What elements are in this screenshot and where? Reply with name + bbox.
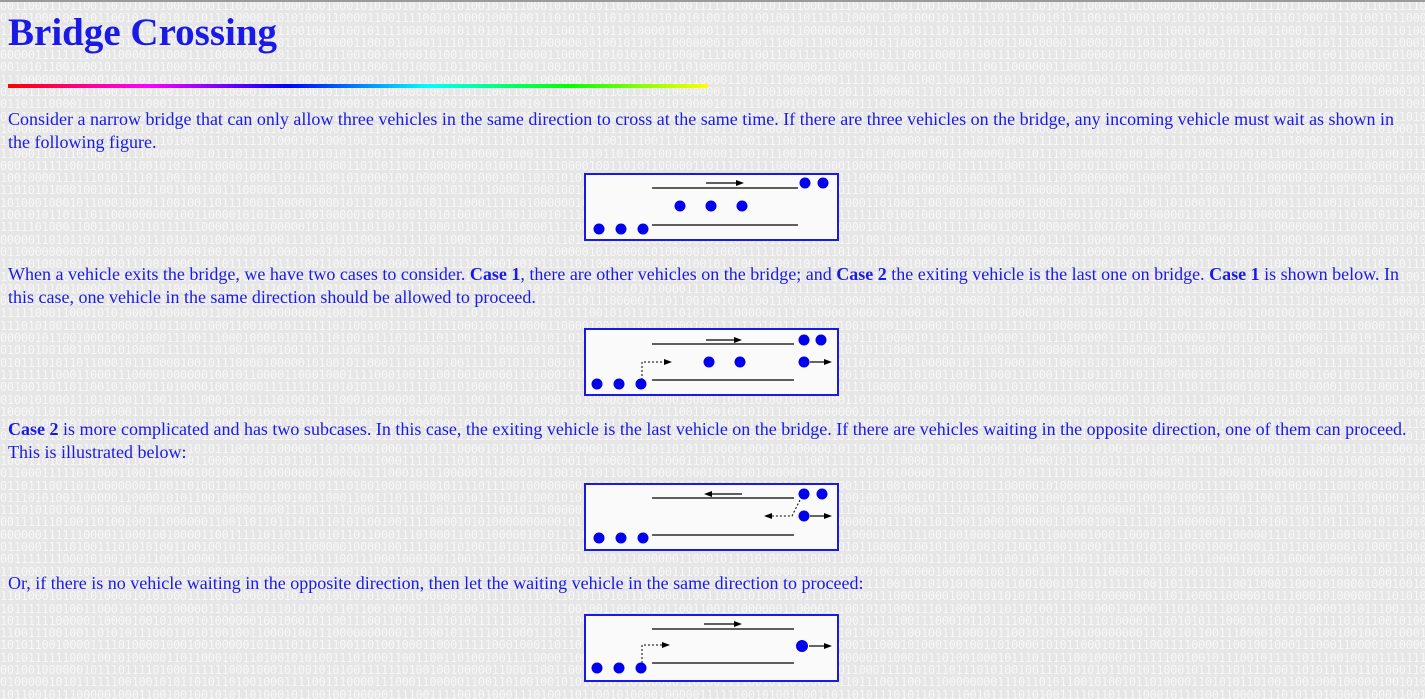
vehicle-exited xyxy=(799,177,811,189)
vehicle-waiting xyxy=(613,378,625,390)
vehicle-on-bridge xyxy=(705,200,717,212)
proceed-arrow-head xyxy=(764,513,772,519)
vehicle-on-bridge xyxy=(703,356,715,368)
top-border xyxy=(0,0,1425,2)
case2-paragraph: Case 2 is more complicated and has two s… xyxy=(8,418,1418,464)
vehicle-waiting xyxy=(591,662,603,674)
vehicle-waiting xyxy=(637,532,649,544)
proceed-arrow-head xyxy=(664,359,672,365)
vehicle-waiting xyxy=(613,662,625,674)
vehicle-waiting xyxy=(635,662,647,674)
vehicle-on-bridge xyxy=(736,200,748,212)
vehicle-exiting xyxy=(796,640,808,652)
proceed-path xyxy=(641,644,662,663)
proceed-path xyxy=(641,361,664,380)
direction-arrow-head xyxy=(736,180,744,186)
case1-label: Case 1 xyxy=(469,264,521,284)
vehicle-waiting xyxy=(591,378,603,390)
exit-arrow-head xyxy=(824,359,832,365)
vehicle-on-bridge xyxy=(674,200,686,212)
vehicle-on-bridge xyxy=(734,356,746,368)
vehicle-waiting-opposite xyxy=(816,488,828,500)
figure-case2-same xyxy=(584,614,839,682)
case2-label: Case 2 xyxy=(8,419,59,439)
vehicle-waiting xyxy=(593,532,605,544)
vehicle-exited xyxy=(817,177,829,189)
rainbow-divider xyxy=(8,84,708,88)
vehicle-waiting xyxy=(615,532,627,544)
direction-arrow-head xyxy=(734,337,742,343)
case1-text-2: , there are other vehicles on the bridge… xyxy=(520,264,837,284)
case1-label: Case 1 xyxy=(1209,264,1260,284)
figure-bridge-full xyxy=(584,173,839,241)
case2-text: is more complicated and has two subcases… xyxy=(8,419,1407,462)
vehicle-waiting xyxy=(615,223,627,235)
page-title: Bridge Crossing xyxy=(8,11,278,54)
case2-label: Case 2 xyxy=(836,264,887,284)
figure-case2-opposite xyxy=(584,483,839,551)
direction-arrow-head xyxy=(704,491,712,497)
case1-text-1: When a vehicle exits the bridge, we have… xyxy=(8,264,470,284)
proceed-arrow-head xyxy=(662,642,670,648)
exit-arrow-head xyxy=(824,643,832,649)
direction-arrow-head xyxy=(734,621,742,627)
subcase-paragraph: Or, if there is no vehicle waiting in th… xyxy=(8,573,864,593)
vehicle-waiting xyxy=(593,223,605,235)
vehicle-waiting-opposite xyxy=(798,488,810,500)
vehicle-exited xyxy=(815,334,827,346)
intro-paragraph: Consider a narrow bridge that can only a… xyxy=(8,109,1395,152)
case1-paragraph: When a vehicle exits the bridge, we have… xyxy=(8,263,1418,309)
figure-case1 xyxy=(584,328,839,396)
proceed-path xyxy=(772,499,801,517)
exit-arrow-head xyxy=(824,513,832,519)
vehicle-exited xyxy=(798,334,810,346)
vehicle-exiting xyxy=(798,510,810,522)
vehicle-waiting xyxy=(637,223,649,235)
case1-text-3: the exiting vehicle is the last one on b… xyxy=(886,264,1210,284)
vehicle-exiting xyxy=(798,356,810,368)
vehicle-waiting xyxy=(635,378,647,390)
